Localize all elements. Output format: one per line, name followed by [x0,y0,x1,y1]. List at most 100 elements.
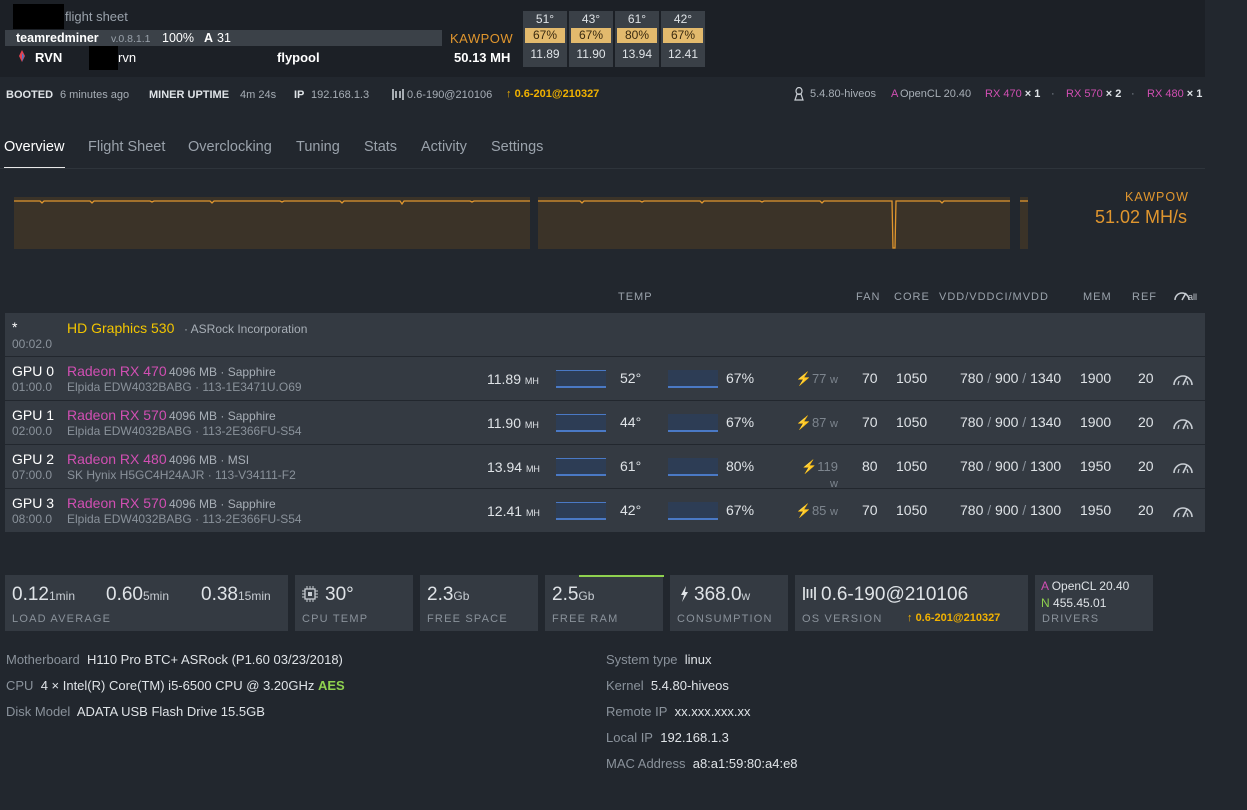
gpu-bus: 02:00.0 [12,424,53,438]
load-average-box: 0.121min 0.605min 0.3815min LOAD AVERAGE [5,575,288,631]
gpu-fan-percent: 70 [862,370,878,386]
systype-value: linux [684,652,712,667]
mini-temp: 43° [581,12,601,26]
free-ram: 2.5Gb [552,584,594,606]
free-space: 2.3Gb [427,584,469,606]
booted-label: BOOTED [6,89,54,101]
tune-gauge-icon[interactable] [1172,504,1194,518]
hash-unit: MH [525,508,540,518]
load-15-value: 0.38 [201,584,238,605]
gpu-hashrate: 12.41 MH [487,503,540,519]
tab-stats[interactable]: Stats [364,139,397,155]
disk-value: ADATA USB Flash Drive 15.5GB [76,704,265,719]
consumption-box: 368.0w CONSUMPTION [670,575,788,631]
gpu-temp: 42° [620,502,642,518]
free-space-caption: FREE SPACE [427,613,508,625]
motherboard-info: Motherboard H110 Pro BTC+ ASRock (P1.60 … [6,652,343,667]
remote-ip-value: xx.xxx.xxx.xx [674,704,751,719]
igpu-star: * [12,319,18,335]
gpu-ref: 20 [1138,414,1154,430]
load-5-unit: 5min [142,589,169,603]
gpu-voltages: 780 / 900 / 1340 [960,414,1062,430]
tune-gauge-icon[interactable] [1172,372,1194,386]
col-mem: MEM [1083,291,1112,303]
tab-activity[interactable]: Activity [421,139,467,155]
accepted-count: 31 [217,31,231,45]
col-ref: REF [1132,291,1157,303]
chart-rate: 51.02 MH/s [1095,207,1188,227]
mini-hash: 11.90 [576,47,606,61]
tune-gauge-icon[interactable] [1172,416,1194,430]
power-unit: w [830,374,838,386]
kernel-info: Kernel 5.4.80-hiveos [606,678,729,693]
vddci: 900 [995,458,1019,474]
miner-version: v.0.8.1.1 [111,33,151,45]
cpu-temp-value: 30° [325,584,354,605]
os-update-version: 0.6-201@210327 [915,612,1001,624]
gpu-mem-clock: 1900 [1080,370,1112,386]
gpu-name: Radeon RX 570 [67,407,167,423]
tab-settings[interactable]: Settings [491,139,543,155]
vdd: 780 [960,414,984,430]
mvdd: 1300 [1030,502,1062,518]
tab-overclocking[interactable]: Overclocking [188,139,272,155]
temp-sparkline [556,414,606,432]
gpu-power: ⚡77 w [795,371,838,386]
gpu-fan-percent: 80 [862,458,878,474]
cpu-chip-icon [302,586,318,602]
consumption-unit: w [741,589,751,603]
algo-label: KAWPOW [450,31,514,46]
free-ram-value: 2.5 [552,584,579,605]
tab-flight-sheet[interactable]: Flight Sheet [88,139,165,155]
gpu-name: Radeon RX 480 [67,451,167,467]
local-ip-label: Local IP [606,730,653,745]
gpu-memory: 4096 MB · MSI [169,453,250,467]
gpu-bus: 08:00.0 [12,512,53,526]
igpu-name: HD Graphics 530 [67,320,175,336]
tab-tuning[interactable]: Tuning [296,139,340,155]
consumption-value: 368.0 [694,584,742,605]
chart-algo: KAWPOW [1125,190,1189,204]
hash-unit: MH [524,376,539,386]
mvdd: 1340 [1030,370,1062,386]
flight-sheet-name[interactable]: flight sheet [65,9,128,24]
gpu-memory-chip: SK Hynix H5GC4H24AJR · 113-V34111-F2 [67,468,296,482]
hash-value: 11.89 [487,371,521,387]
ip-label: IP [294,89,305,101]
accepted-letter: A [204,31,214,45]
free-ram-box: 2.5Gb FREE RAM [545,575,664,631]
gpu-ref: 20 [1138,458,1154,474]
mini-temp: 42° [673,12,693,26]
gpu-bus: 01:00.0 [12,380,53,394]
drivers-box: A OpenCL 20.40 N 455.45.01 DRIVERS [1035,575,1153,631]
gpu-power: ⚡119 w [801,459,838,490]
mvdd: 1300 [1030,458,1062,474]
miner-name: teamredminer [16,31,99,45]
vddci: 900 [995,414,1019,430]
gpu-summary-1: RX 570 × 2 [1066,88,1121,100]
ram-usage-bar [579,575,664,577]
coin-name: RVN [35,50,63,65]
miner-percent: 100% [162,31,194,45]
gpu-hashrate: 13.94 MH [487,459,540,475]
gpu-mini-stat-2: 61° 80% 13.94 [615,11,659,67]
tune-gauge-icon[interactable] [1172,460,1194,474]
os-update-link[interactable]: ↑ 0.6-201@210327 [907,612,1000,624]
version: 0.6-190@210106 [407,89,493,101]
gpu-bus: 07:00.0 [12,468,53,482]
aes-badge: AES [317,678,345,693]
gpu-power: ⚡85 w [795,503,838,518]
gpu-memory-chip: Elpida EDW4032BABG · 113-2E366FU-S54 [67,424,302,438]
tune-all-button[interactable]: all [1173,288,1199,304]
mini-temp: 61° [627,12,647,26]
hive-logo-icon [803,587,816,600]
gpu-mem-clock: 1950 [1080,502,1112,518]
gpu-ref: 20 [1138,502,1154,518]
update-available[interactable]: ↑ 0.6-201@210327 [506,88,599,100]
load-1-unit: 1min [48,589,75,603]
tab-overview[interactable]: Overview [4,139,64,155]
gpu-id: GPU 2 [12,451,55,467]
gpu-mem-clock: 1950 [1080,458,1112,474]
power-value: 85 [811,503,827,518]
gpu-ref: 20 [1138,370,1154,386]
